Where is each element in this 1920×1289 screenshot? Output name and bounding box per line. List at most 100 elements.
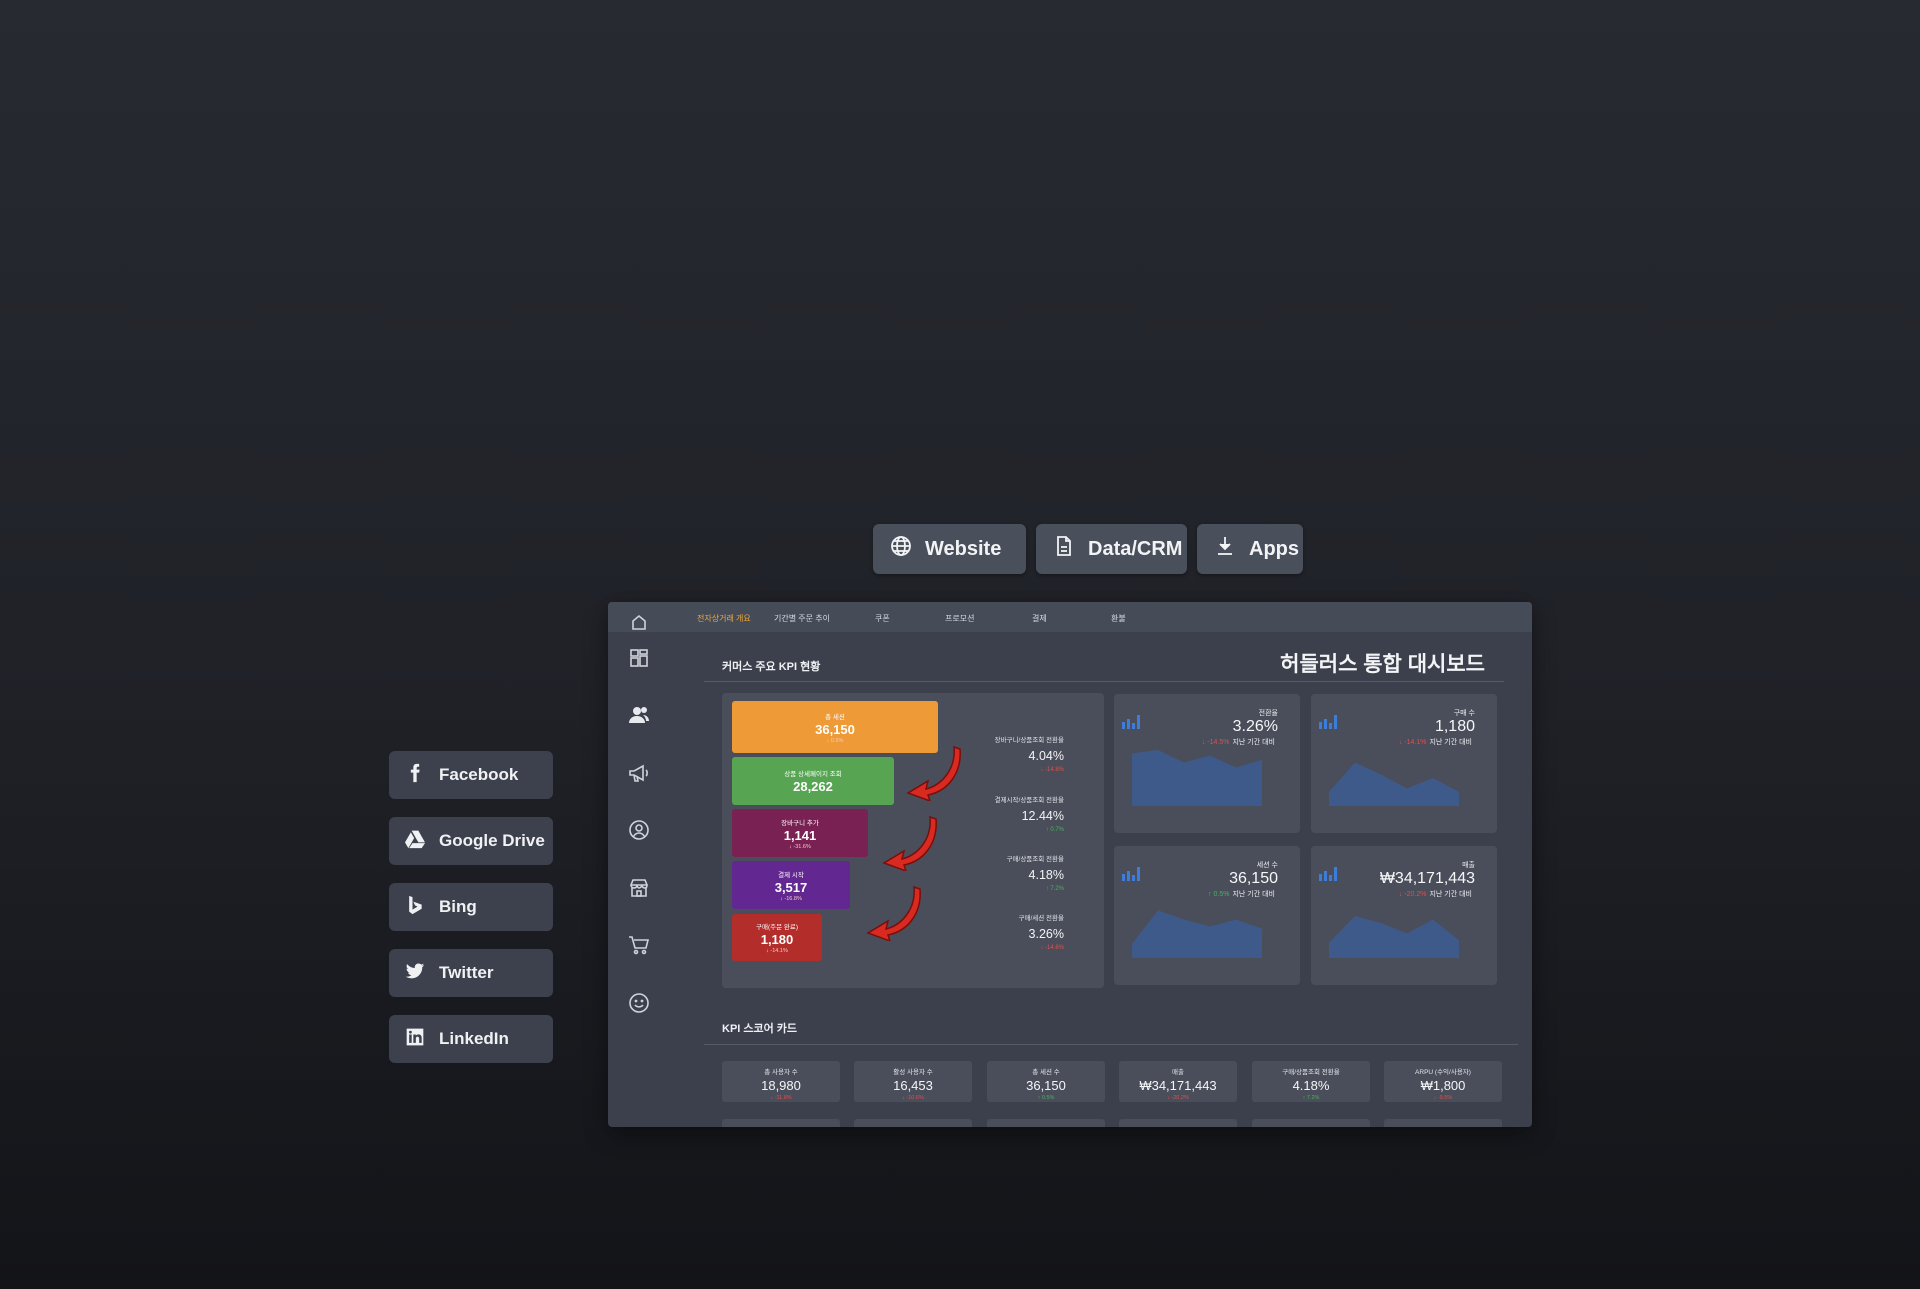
score-label: 구매/상품조회 전환율 — [1282, 1069, 1340, 1076]
score-card-partial — [1119, 1119, 1237, 1127]
store-icon[interactable] — [627, 876, 651, 900]
document-icon — [1052, 534, 1076, 564]
funnel-arrow-icon — [882, 815, 937, 871]
funnel-bar: 구매(주문 완료) 1,180 ↓ -14.1% — [732, 914, 822, 961]
dashboard-grid-icon[interactable] — [627, 646, 651, 670]
kpi-card-value: 3.26% — [1232, 718, 1278, 735]
google-drive-button[interactable]: Google Drive — [389, 817, 553, 865]
funnel-bar: 상품 상세페이지 조회 28,262 — [732, 757, 894, 805]
score-card-partial — [1384, 1119, 1502, 1127]
score-label: 매출 — [1172, 1069, 1184, 1076]
funnel-value: 28,262 — [793, 778, 833, 794]
linkedin-button[interactable]: LinkedIn — [389, 1015, 553, 1063]
google-drive-label: Google Drive — [439, 831, 545, 850]
trend-area — [1329, 762, 1459, 806]
dashboard-preview: 전자상거래 개요 기간별 주문 추이 쿠폰 프로모션 결제 환불 커머스 주요 … — [608, 602, 1532, 1127]
kpi-card-sessions: 세션 수 36,150 ↑ 0.5% 지난 기간 대비 — [1114, 846, 1300, 985]
funnel-delta: ↓ -31.6% — [789, 843, 811, 850]
bing-label: Bing — [439, 897, 477, 916]
funnel-delta: ↓ -14.1% — [766, 948, 788, 954]
tab-promotion[interactable]: 프로모션 — [945, 613, 974, 624]
tab-coupon[interactable]: 쿠폰 — [875, 613, 890, 624]
score-delta: ↓ -11.8% — [770, 1095, 792, 1101]
section-divider — [704, 681, 1504, 682]
score-delta: ↑ 7.2% — [1302, 1095, 1320, 1101]
score-card-partial — [854, 1119, 972, 1127]
user-circle-icon[interactable] — [627, 818, 651, 842]
twitter-icon — [405, 961, 425, 986]
score-label: 활성 사용자 수 — [893, 1069, 933, 1076]
linkedin-icon — [405, 1027, 425, 1052]
score-delta: ↑ 0.5% — [1037, 1095, 1055, 1101]
tab-refund[interactable]: 환불 — [1111, 613, 1126, 624]
score-card-partial — [722, 1119, 840, 1127]
conversion-rate: 장바구니/상품조회 전환율 4.04% ↓ -14.8% — [995, 734, 1064, 773]
score-delta: ↓ -10.6% — [902, 1095, 924, 1101]
kpi-card-label: 전환율 — [1258, 710, 1278, 717]
score-section-title: KPI 스코어 카드 — [722, 1023, 798, 1035]
score-card: 총 사용자 수 18,980 ↓ -11.8% — [722, 1061, 840, 1102]
bar-chart-icon — [1319, 867, 1337, 881]
score-value: 4.18% — [1292, 1078, 1330, 1093]
megaphone-icon[interactable] — [627, 761, 651, 785]
kpi-card-value: 1,180 — [1434, 718, 1475, 735]
funnel-label: 총 세션 — [825, 713, 845, 721]
funnel-value: 1,180 — [760, 932, 794, 947]
funnel-label: 구매(주문 완료) — [755, 924, 798, 931]
dashboard-top-nav: 전자상거래 개요 기간별 주문 추이 쿠폰 프로모션 결제 환불 — [608, 602, 1532, 632]
funnel-label: 장바구니 추가 — [781, 819, 819, 827]
kpi-section-title: 커머스 주요 KPI 현황 — [722, 661, 821, 673]
google-drive-icon — [405, 829, 425, 854]
dashboard-sidebar — [608, 602, 670, 1127]
kpi-card-value: ₩34,171,443 — [1379, 870, 1475, 887]
rate-delta: ↓ -14.8% — [1040, 767, 1064, 773]
kpi-card-label: 매출 — [1462, 862, 1475, 869]
funnel-bar: 결제 시작 3,517 ↓ -16.8% — [732, 861, 850, 909]
conversion-rate: 구매/세션 전환율 3.26% ↓ -14.6% — [1019, 912, 1064, 951]
rate-value: 12.44% — [1021, 809, 1064, 823]
score-card: 총 세션 수 36,150 ↑ 0.5% — [987, 1061, 1105, 1102]
source-button-group: Website Data/CRM Apps — [873, 524, 1303, 574]
score-delta: ↓ -20.2% — [1167, 1095, 1189, 1101]
score-card-partial — [987, 1119, 1105, 1127]
website-button[interactable]: Website — [873, 524, 1026, 574]
facebook-icon — [405, 763, 425, 788]
tab-order-trend[interactable]: 기간별 주문 추이 — [774, 613, 830, 624]
funnel-label: 상품 상세페이지 조회 — [784, 770, 842, 778]
data-crm-label: Data/CRM — [1088, 537, 1183, 560]
trend-area — [1132, 750, 1262, 806]
kpi-card-label: 세션 수 — [1256, 862, 1278, 869]
bing-button[interactable]: Bing — [389, 883, 553, 931]
funnel-value: 3,517 — [774, 879, 808, 895]
apps-button[interactable]: Apps — [1197, 524, 1303, 574]
kpi-card-purchases: 구매 수 1,180 ↓ -14.1% 지난 기간 대비 — [1311, 694, 1497, 833]
conversion-rate: 결제시작/상품조회 전환율 12.44% ↑ 0.7% — [995, 794, 1064, 833]
trend-area-chart — [1329, 762, 1459, 806]
score-delta: ↓ -9.5% — [1433, 1095, 1453, 1101]
website-label: Website — [925, 537, 1002, 560]
facebook-label: Facebook — [439, 765, 519, 784]
rate-delta: ↓ -14.6% — [1040, 945, 1064, 951]
score-label: ARPU (수익/사용자) — [1415, 1069, 1471, 1076]
facebook-button[interactable]: Facebook — [389, 751, 553, 799]
apps-label: Apps — [1249, 537, 1299, 560]
score-card: 활성 사용자 수 16,453 ↓ -10.6% — [854, 1061, 972, 1102]
cart-icon[interactable] — [627, 933, 651, 957]
data-crm-button[interactable]: Data/CRM — [1036, 524, 1187, 574]
users-icon[interactable] — [627, 703, 651, 727]
funnel-delta: ↓ -16.8% — [780, 895, 802, 902]
score-value: 36,150 — [1026, 1078, 1066, 1093]
home-icon[interactable] — [627, 609, 651, 633]
linkedin-label: LinkedIn — [439, 1029, 509, 1048]
dashboard-title: 허들러스 통합 대시보드 — [1280, 653, 1485, 676]
smile-icon[interactable] — [627, 991, 651, 1015]
funnel-delta: ↓ 0.5% — [826, 737, 844, 744]
score-value: ₩34,171,443 — [1139, 1078, 1217, 1093]
funnel-value: 1,141 — [783, 827, 817, 843]
trend-area-chart — [1132, 750, 1262, 806]
tab-payment[interactable]: 결제 — [1032, 613, 1047, 624]
trend-area — [1329, 916, 1459, 958]
funnel-panel: 총 세션 36,150 ↓ 0.5% 상품 상세페이지 조회 28,262 장바… — [722, 693, 1104, 988]
twitter-button[interactable]: Twitter — [389, 949, 553, 997]
tab-ecommerce-overview[interactable]: 전자상거래 개요 — [697, 613, 751, 624]
